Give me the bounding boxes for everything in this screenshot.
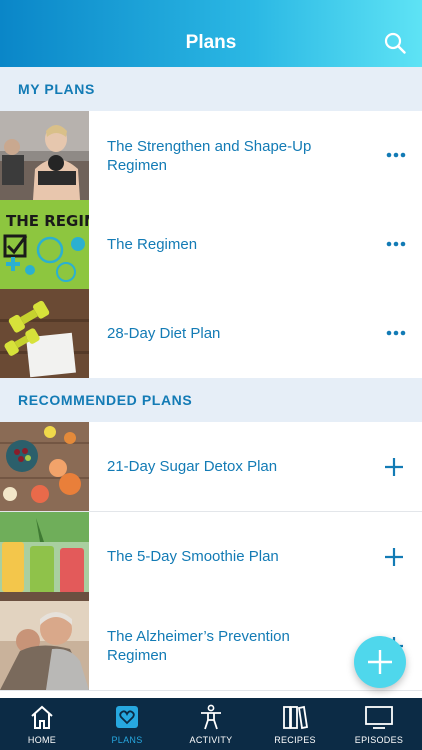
plan-row[interactable]: 21-Day Sugar Detox Plan [0, 422, 422, 512]
tab-label: PLANS [111, 735, 143, 745]
plan-row[interactable]: The 5-Day Smoothie Plan [0, 512, 422, 602]
tab-episodes[interactable]: EPISODES [337, 698, 421, 750]
section-header-recommended: RECOMMENDED PLANS [0, 378, 422, 422]
plan-row[interactable]: The Strengthen and Shape-Up Regimen [0, 111, 422, 201]
plan-row[interactable]: 28-Day Diet Plan [0, 289, 422, 379]
section-header-my-plans: MY PLANS [0, 67, 422, 111]
tab-label: RECIPES [274, 735, 316, 745]
tab-home[interactable]: HOME [0, 698, 84, 750]
more-icon[interactable] [386, 238, 406, 250]
plan-thumbnail [0, 422, 89, 511]
tab-label: EPISODES [354, 735, 404, 745]
plan-title: The Strengthen and Shape-Up Regimen [107, 137, 312, 174]
heart-icon [116, 706, 138, 728]
add-icon[interactable] [384, 457, 404, 477]
tab-activity[interactable]: ACTIVITY [169, 698, 253, 750]
plan-title: 28-Day Diet Plan [107, 325, 221, 342]
plan-row[interactable]: THE REGIMEN The Regimen [0, 200, 422, 290]
plan-title: The 5-Day Smoothie Plan [107, 548, 279, 565]
tab-bar: HOME PLANS ACTIVITY RECIPES EPISODES [0, 698, 422, 750]
more-icon[interactable] [386, 327, 406, 339]
plan-thumbnail: THE REGIMEN [0, 200, 89, 289]
tab-recipes[interactable]: RECIPES [253, 698, 337, 750]
more-icon[interactable] [386, 149, 406, 161]
add-icon[interactable] [384, 547, 404, 567]
tab-plans[interactable]: PLANS [85, 698, 169, 750]
plan-thumbnail [0, 289, 89, 378]
tab-label: ACTIVITY [189, 735, 233, 745]
books-icon [283, 705, 308, 730]
search-icon[interactable] [384, 32, 406, 54]
app-header: Plans [0, 0, 422, 67]
plan-thumbnail [0, 601, 89, 690]
person-icon [201, 704, 221, 730]
plan-title: The Alzheimer’s Prevention Regimen [107, 627, 290, 664]
plan-title: The Regimen [107, 236, 198, 253]
floating-add-button[interactable] [354, 636, 406, 688]
plan-thumbnail [0, 512, 89, 601]
page-title: Plans [185, 32, 237, 53]
home-icon [31, 705, 53, 729]
plus-icon [368, 650, 392, 674]
tab-label: HOME [27, 735, 57, 745]
thumbnail-text: THE REGIMEN [6, 212, 89, 230]
plan-thumbnail [0, 111, 89, 200]
plan-title: 21-Day Sugar Detox Plan [107, 458, 278, 475]
tv-icon [365, 706, 393, 729]
